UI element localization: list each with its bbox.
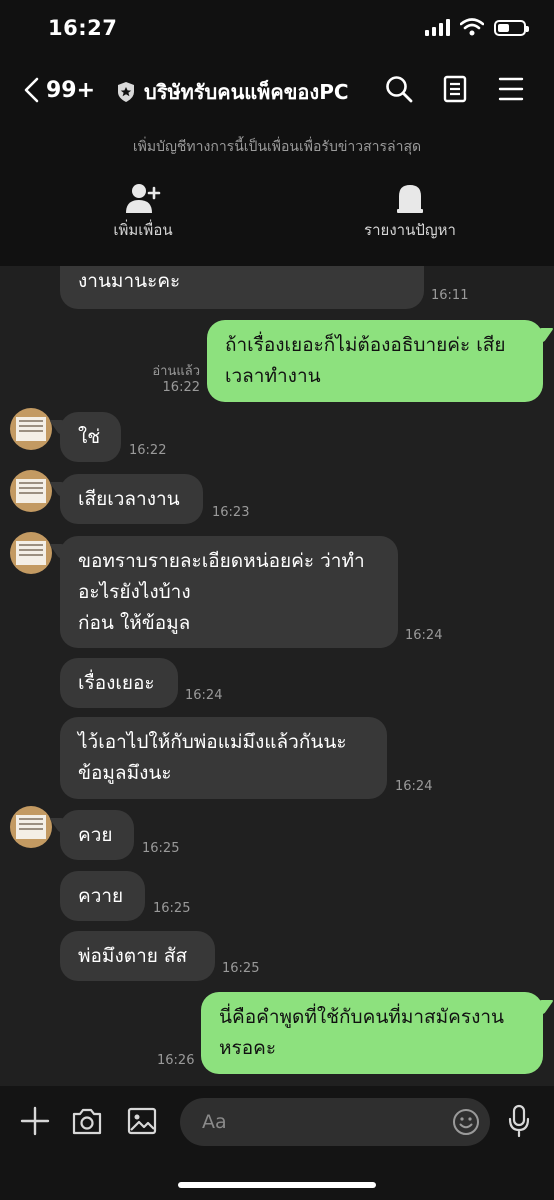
- avatar[interactable]: [10, 470, 52, 512]
- message-text: เรื่องเยอะ: [78, 672, 155, 694]
- add-friend-notice: เพิ่มบัญชีทางการนี้เป็นเพื่อนเพื่อรับข่า…: [132, 139, 422, 155]
- message-bubble-incoming[interactable]: พ่อมึงตาย สัส: [60, 931, 215, 981]
- message-text: ควย: [78, 824, 113, 846]
- chat-header: 99+ บริษัทรับคนแพ็คของPC เพิ่มบัญชีทางกา…: [0, 60, 554, 266]
- message-time: 16:25: [142, 841, 180, 856]
- add-friend-button[interactable]: เพิ่มเพื่อน: [88, 182, 198, 242]
- message-bubble-incoming[interactable]: งานมานะคะ: [60, 266, 424, 309]
- unread-count: 99+: [46, 77, 96, 103]
- menu-icon[interactable]: [498, 74, 524, 104]
- report-button[interactable]: รายงานปัญหา: [350, 182, 470, 242]
- message-time: 16:23: [212, 505, 250, 520]
- report-icon: [397, 185, 423, 213]
- message-text: อะไรยังไงบ้าง: [78, 581, 191, 603]
- message-bubble-incoming[interactable]: ควาย: [60, 871, 145, 921]
- avatar[interactable]: [10, 806, 52, 848]
- message-time: 16:22: [129, 443, 167, 458]
- status-time: 16:27: [48, 16, 118, 40]
- camera-icon[interactable]: [71, 1106, 103, 1136]
- message-bubble-incoming[interactable]: เรื่องเยอะ: [60, 658, 178, 708]
- message-text: ก่อน ให้ข้อมูล: [78, 612, 191, 634]
- message-list[interactable]: งานมานะคะ 16:11 อ่านแล้ว 16:22 ถ้าเรื่อง…: [0, 266, 554, 1086]
- message-text: ไว้เอาไปให้กับพ่อแม่มึงแล้วกันนะ: [78, 731, 347, 753]
- microphone-icon[interactable]: [507, 1104, 531, 1138]
- message-time: 16:24: [185, 688, 223, 703]
- message-text: เวลาทำงาน: [225, 365, 321, 387]
- message-time: 16:24: [405, 628, 443, 643]
- message-text: ถ้าเรื่องเยอะก็ไม่ต้องอธิบายค่ะ เสีย: [225, 334, 506, 356]
- message-time: 16:25: [153, 901, 191, 916]
- status-icons: [425, 18, 529, 36]
- wifi-icon: [460, 18, 484, 36]
- message-time: 16:11: [431, 288, 469, 303]
- message-text: เสียเวลางาน: [78, 488, 180, 510]
- message-time: 16:24: [395, 779, 433, 794]
- message-text: นี่คือคำพูดที่ใช้กับคนที่มาสมัครงาน: [219, 1006, 504, 1028]
- message-input-placeholder: Aa: [202, 1111, 227, 1133]
- image-icon[interactable]: [127, 1106, 157, 1136]
- battery-icon: [494, 20, 529, 36]
- message-text: ใช่: [78, 426, 101, 448]
- read-receipt: อ่านแล้ว 16:22: [152, 364, 200, 395]
- add-friend-label: เพิ่มเพื่อน: [113, 221, 173, 239]
- emoji-icon[interactable]: [452, 1108, 480, 1136]
- message-text: ขอทราบรายละเอียดหน่อยค่ะ ว่าทำ: [78, 550, 365, 572]
- message-text: พ่อมึงตาย สัส: [78, 945, 188, 967]
- message-bubble-outgoing[interactable]: นี่คือคำพูดที่ใช้กับคนที่มาสมัครงาน หรอค…: [201, 992, 543, 1074]
- cellular-signal-icon: [425, 18, 450, 36]
- chat-title[interactable]: บริษัทรับคนแพ็คของPC: [116, 76, 349, 108]
- chat-title-text: บริษัทรับคนแพ็คของPC: [144, 80, 349, 104]
- message-bubble-incoming[interactable]: ใช่: [60, 412, 121, 462]
- avatar[interactable]: [10, 532, 52, 574]
- message-time: 16:26: [157, 1053, 195, 1068]
- message-text: หรอคะ: [219, 1037, 277, 1059]
- verified-shield-icon: [118, 82, 134, 102]
- status-bar: 16:27: [0, 0, 554, 60]
- message-bubble-incoming[interactable]: เสียเวลางาน: [60, 474, 203, 524]
- message-text: ควาย: [78, 885, 124, 907]
- message-bubble-incoming[interactable]: ขอทราบรายละเอียดหน่อยค่ะ ว่าทำ อะไรยังไง…: [60, 536, 398, 648]
- message-bubble-incoming[interactable]: ควย: [60, 810, 134, 860]
- message-bubble-outgoing[interactable]: ถ้าเรื่องเยอะก็ไม่ต้องอธิบายค่ะ เสีย เวล…: [207, 320, 543, 402]
- message-input-bar: Aa: [0, 1086, 554, 1200]
- message-text: งานมานะคะ: [78, 270, 181, 292]
- notes-icon[interactable]: [443, 74, 467, 104]
- message-bubble-incoming[interactable]: ไว้เอาไปให้กับพ่อแม่มึงแล้วกันนะ ข้อมูลม…: [60, 717, 387, 799]
- back-button[interactable]: 99+: [22, 76, 95, 104]
- avatar[interactable]: [10, 408, 52, 450]
- message-time: 16:25: [222, 961, 260, 976]
- search-icon[interactable]: [384, 74, 414, 104]
- add-friend-icon: [126, 184, 161, 213]
- message-text: ข้อมูลมึงนะ: [78, 762, 172, 784]
- report-label: รายงานปัญหา: [364, 221, 456, 239]
- chevron-left-icon: [24, 77, 39, 103]
- home-indicator: [178, 1182, 376, 1188]
- message-input[interactable]: Aa: [180, 1098, 490, 1146]
- plus-icon[interactable]: [20, 1106, 50, 1136]
